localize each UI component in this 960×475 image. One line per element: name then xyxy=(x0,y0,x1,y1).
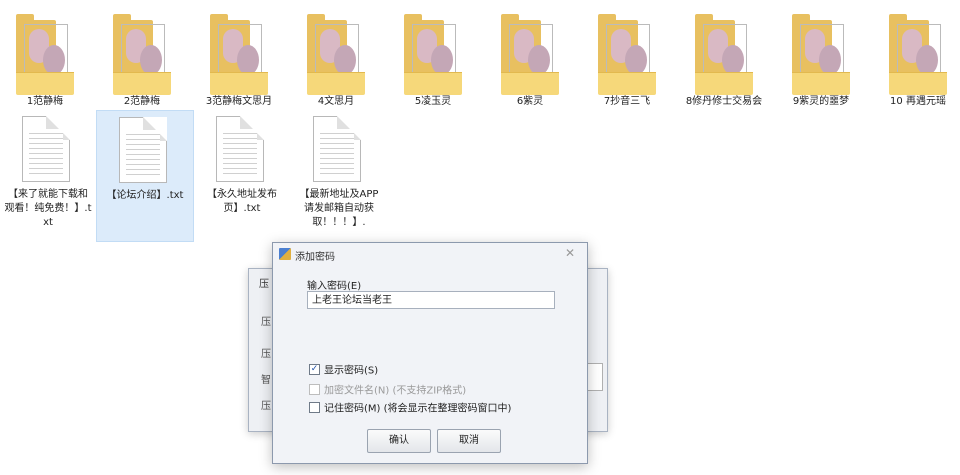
file-name: 【论坛介绍】.txt xyxy=(106,190,184,201)
folder-icon xyxy=(889,14,947,95)
background-dialog-label: 智 xyxy=(261,375,271,386)
close-icon[interactable]: ✕ xyxy=(561,246,579,260)
folder-icon xyxy=(695,14,753,95)
cancel-button[interactable]: 取消 xyxy=(437,429,501,453)
folder-item[interactable]: 7抄音三飞 xyxy=(582,10,672,110)
background-dialog-label: 压 xyxy=(261,401,271,412)
background-dialog-label: 压 xyxy=(261,349,271,360)
archive-app-icon xyxy=(279,248,291,260)
folder-icon xyxy=(307,14,365,95)
folder-name: 3范静梅文思月 xyxy=(205,96,273,107)
folder-item[interactable]: 5凌玉灵 xyxy=(388,10,478,110)
text-file-icon xyxy=(22,116,70,182)
password-input[interactable]: 上老王论坛当老王 xyxy=(307,291,555,309)
background-dialog-title: 压 xyxy=(259,279,269,290)
text-file-icon xyxy=(216,116,264,182)
dialog-title: 添加密码 xyxy=(295,252,335,263)
folder-name: 10 再遇元瑶 xyxy=(890,96,946,107)
folder-icon xyxy=(501,14,559,95)
folder-name: 1范静梅 xyxy=(26,96,64,107)
folder-item[interactable]: 6紫灵 xyxy=(485,10,575,110)
text-file-icon xyxy=(119,117,167,183)
file-name: 【最新地址及APP请发邮箱自动获取！！！】. xyxy=(299,189,379,228)
confirm-button[interactable]: 确认 xyxy=(367,429,431,453)
add-password-dialog: 添加密码 ✕ 输入密码(E) 上老王论坛当老王 ✓ 显示密码(S) 加密文件名(N… xyxy=(272,242,588,464)
folder-name: 6紫灵 xyxy=(516,96,544,107)
folder-item[interactable]: 3范静梅文思月 xyxy=(194,10,284,110)
show-password-label: 显示密码(S) xyxy=(324,365,379,377)
show-password-checkbox[interactable]: ✓ xyxy=(309,364,320,375)
folder-name: 8修丹修士交易会 xyxy=(685,96,763,107)
folder-icon xyxy=(113,14,171,95)
folder-name: 9紫灵的噩梦 xyxy=(792,96,850,107)
dialog-titlebar: 添加密码 ✕ xyxy=(273,243,587,265)
password-label: 输入密码(E) xyxy=(307,281,362,292)
folder-item[interactable]: 8修丹修士交易会 xyxy=(679,10,769,110)
background-dialog-label: 压 xyxy=(261,317,271,328)
folder-item[interactable]: 10 再遇元瑶 xyxy=(873,10,960,110)
folder-name: 7抄音三飞 xyxy=(603,96,651,107)
remember-password-checkbox[interactable] xyxy=(309,402,320,413)
folder-item[interactable]: 2范静梅 xyxy=(97,10,187,110)
folder-item[interactable]: 1范静梅 xyxy=(0,10,90,110)
file-name: 【永久地址发布页】.txt xyxy=(207,189,277,214)
folder-name: 4文思月 xyxy=(317,96,355,107)
file-item[interactable]: 【最新地址及APP请发邮箱自动获取！！！】. xyxy=(291,110,387,240)
folder-icon xyxy=(598,14,656,95)
remember-password-option[interactable]: 记住密码(M) (将会显示在整理密码窗口中) xyxy=(309,402,512,416)
folder-item[interactable]: 4文思月 xyxy=(291,10,381,110)
folder-icon xyxy=(404,14,462,95)
encrypt-filenames-checkbox xyxy=(309,384,320,395)
file-item[interactable]: 【永久地址发布页】.txt xyxy=(194,110,290,240)
encrypt-filenames-label: 加密文件名(N) (不支持ZIP格式) xyxy=(324,385,467,397)
folder-item[interactable]: 9紫灵的噩梦 xyxy=(776,10,866,110)
file-name: 【来了就能下载和观看！纯免费！】.txt xyxy=(4,189,92,228)
encrypt-filenames-option: 加密文件名(N) (不支持ZIP格式) xyxy=(309,384,467,398)
show-password-option[interactable]: ✓ 显示密码(S) xyxy=(309,364,379,378)
folder-name: 2范静梅 xyxy=(123,96,161,107)
file-item[interactable]: 【来了就能下载和观看！纯免费！】.txt xyxy=(0,110,96,240)
folder-icon xyxy=(16,14,74,95)
folder-icon xyxy=(210,14,268,95)
text-file-icon xyxy=(313,116,361,182)
folder-icon xyxy=(792,14,850,95)
remember-password-label: 记住密码(M) (将会显示在整理密码窗口中) xyxy=(324,403,512,415)
file-item-selected[interactable]: 【论坛介绍】.txt xyxy=(96,110,194,242)
folder-name: 5凌玉灵 xyxy=(414,96,452,107)
file-explorer-view: 1范静梅 2范静梅 3范静梅文思月 4文思月 5凌玉灵 6紫灵 7抄音三飞 8修… xyxy=(0,0,960,475)
